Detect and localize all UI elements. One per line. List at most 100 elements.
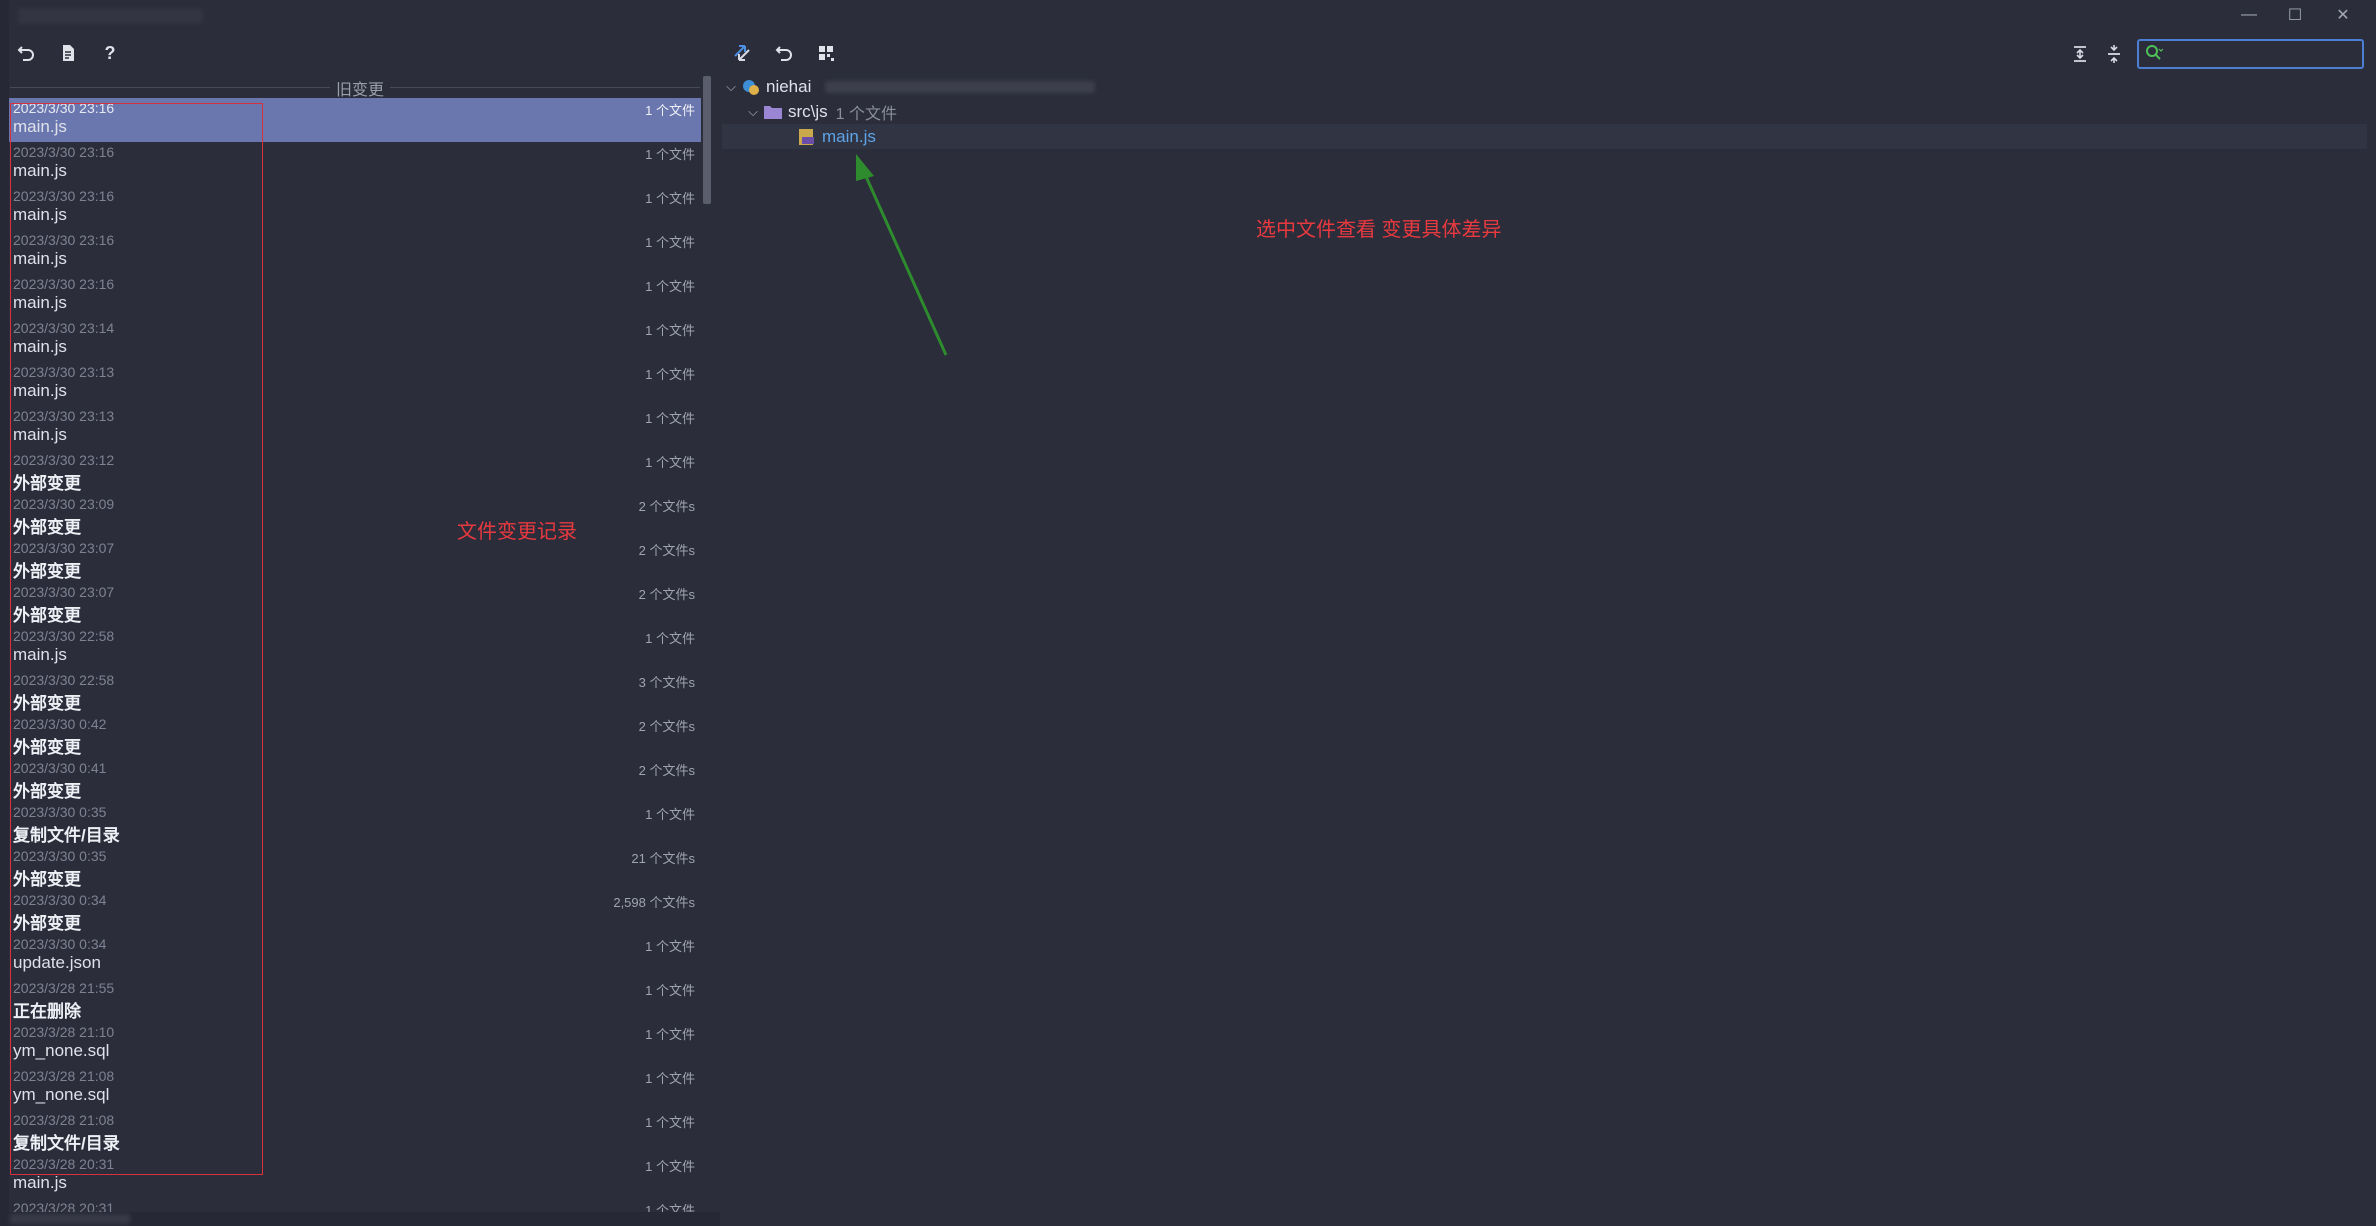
search-input[interactable]: [2169, 44, 2357, 64]
search-box[interactable]: [2137, 39, 2364, 69]
history-row[interactable]: 2023/3/30 23:16 1 个文件 main.js: [9, 98, 701, 142]
history-row-count: 2 个文件s: [638, 719, 695, 734]
history-row[interactable]: 2023/3/28 21:55 1 个文件 正在删除: [9, 978, 701, 1022]
history-row[interactable]: 2023/3/30 23:14 1 个文件 main.js: [9, 318, 701, 362]
maximize-button[interactable]: ☐: [2272, 2, 2318, 28]
history-row-date: 2023/3/30 0:35: [13, 848, 107, 864]
chevron-down-icon[interactable]: ⌵: [722, 79, 740, 95]
history-row-name: main.js: [13, 1173, 67, 1192]
history-row[interactable]: 2023/3/30 22:58 1 个文件 main.js: [9, 626, 701, 670]
revert-icon-svg: [17, 46, 34, 61]
tree-file-row[interactable]: main.js: [722, 124, 2367, 149]
history-row-count: 1 个文件: [645, 411, 695, 426]
history-row[interactable]: 2023/3/30 23:09 2 个文件s 外部变更: [9, 494, 701, 538]
history-row-name: 外部变更: [13, 738, 81, 757]
group-by-svg: [819, 46, 834, 61]
revert-icon[interactable]: [12, 39, 40, 67]
history-row-count: 1 个文件: [645, 279, 695, 294]
history-row-count: 1 个文件: [645, 631, 695, 646]
show-diff-svg: [734, 45, 750, 61]
tree-folder-count: 1 个文件: [835, 105, 898, 123]
history-row-count: 3 个文件s: [638, 675, 695, 690]
root-path-redacted: [825, 80, 1096, 93]
history-row[interactable]: 2023/3/28 21:08 1 个文件 ym_none.sql: [9, 1066, 701, 1110]
history-row-name: 外部变更: [13, 782, 81, 801]
tree-file-name[interactable]: main.js: [822, 127, 876, 147]
history-row-date: 2023/3/28 21:08: [13, 1112, 115, 1128]
project-icon: [740, 78, 762, 96]
history-row[interactable]: 2023/3/30 23:16 1 个文件 main.js: [9, 142, 701, 186]
history-row-name: main.js: [13, 161, 67, 180]
history-row-date: 2023/3/30 23:16: [13, 188, 115, 204]
history-row-date: 2023/3/30 23:12: [13, 452, 115, 468]
history-row[interactable]: 2023/3/30 23:16 1 个文件 main.js: [9, 186, 701, 230]
history-row-name: main.js: [13, 249, 67, 268]
history-row-date: 2023/3/30 23:07: [13, 584, 115, 600]
history-row-name: main.js: [13, 381, 67, 400]
history-row-date: 2023/3/30 23:14: [13, 320, 115, 336]
history-row-count: 1 个文件: [645, 323, 695, 338]
history-row-name: ym_none.sql: [13, 1085, 110, 1104]
history-row[interactable]: 2023/3/30 0:35 1 个文件 复制文件/目录: [9, 802, 701, 846]
history-list[interactable]: 2023/3/30 23:16 1 个文件 main.js 2023/3/30 23:…: [9, 98, 701, 1226]
history-row-count: 1 个文件: [645, 191, 695, 206]
history-row[interactable]: 2023/3/30 0:35 21 个文件s 外部变更: [9, 846, 701, 890]
close-button[interactable]: ✕: [2320, 2, 2366, 28]
history-row-count: 1 个文件: [645, 103, 695, 118]
history-row[interactable]: 2023/3/30 23:12 1 个文件 外部变更: [9, 450, 701, 494]
history-row-date: 2023/3/30 23:09: [13, 496, 115, 512]
history-row-name: 外部变更: [13, 562, 81, 581]
history-row[interactable]: 2023/3/30 0:42 2 个文件s 外部变更: [9, 714, 701, 758]
expand-all-svg: [2074, 46, 2086, 62]
history-row-date: 2023/3/30 23:16: [13, 144, 115, 160]
history-row-count: 1 个文件: [645, 939, 695, 954]
show-diff-icon[interactable]: [728, 39, 756, 67]
history-row-name: 外部变更: [13, 474, 81, 493]
history-scrollbar-thumb[interactable]: [703, 76, 711, 204]
history-row[interactable]: 2023/3/30 22:58 3 个文件s 外部变更: [9, 670, 701, 714]
history-row-name: main.js: [13, 645, 67, 664]
history-row-date: 2023/3/30 23:07: [13, 540, 115, 556]
history-row[interactable]: 2023/3/30 0:34 1 个文件 update.json: [9, 934, 701, 978]
history-row-date: 2023/3/30 0:42: [13, 716, 107, 732]
history-row[interactable]: 2023/3/30 23:07 2 个文件s 外部变更: [9, 582, 701, 626]
tree-root-row[interactable]: ⌵ niehai: [722, 74, 2367, 99]
history-row[interactable]: 2023/3/30 23:13 1 个文件 main.js: [9, 362, 701, 406]
history-row[interactable]: 2023/3/30 23:16 1 个文件 main.js: [9, 230, 701, 274]
history-row[interactable]: 2023/3/30 23:07 2 个文件s 外部变更: [9, 538, 701, 582]
history-row-name: ym_none.sql: [13, 1041, 110, 1060]
changes-toolbar: [728, 38, 840, 68]
history-row-date: 2023/3/28 20:31: [13, 1156, 115, 1172]
history-row-date: 2023/3/30 0:35: [13, 804, 107, 820]
history-row-name: main.js: [13, 293, 67, 312]
create-patch-icon[interactable]: [54, 39, 82, 67]
history-scrollbar-track[interactable]: [702, 76, 712, 1226]
history-row[interactable]: 2023/3/30 0:41 2 个文件s 外部变更: [9, 758, 701, 802]
chevron-down-icon[interactable]: ⌵: [744, 104, 762, 120]
tree-folder-row[interactable]: ⌵ src\js 1 个文件: [722, 99, 2367, 124]
revert-change-icon[interactable]: [770, 39, 798, 67]
history-row-name: main.js: [13, 205, 67, 224]
group-by-icon[interactable]: [812, 39, 840, 67]
expand-all-icon[interactable]: [2066, 40, 2094, 68]
history-row-count: 2,598 个文件s: [613, 895, 695, 910]
history-row-count: 21 个文件s: [631, 851, 695, 866]
project-svg: [743, 79, 759, 95]
collapse-all-icon[interactable]: [2100, 40, 2128, 68]
history-row[interactable]: 2023/3/30 23:13 1 个文件 main.js: [9, 406, 701, 450]
history-row[interactable]: 2023/3/28 21:08 1 个文件 复制文件/目录: [9, 1110, 701, 1154]
history-row-count: 1 个文件: [645, 1027, 695, 1042]
history-row-count: 1 个文件: [645, 983, 695, 998]
history-row[interactable]: 2023/3/30 0:34 2,598 个文件s 外部变更: [9, 890, 701, 934]
help-icon[interactable]: ?: [96, 39, 124, 67]
history-row[interactable]: 2023/3/28 20:31 1 个文件 main.js: [9, 1154, 701, 1198]
minimize-button[interactable]: —: [2226, 2, 2272, 28]
history-row[interactable]: 2023/3/30 23:16 1 个文件 main.js: [9, 274, 701, 318]
history-row-name: main.js: [13, 117, 67, 136]
history-row[interactable]: 2023/3/28 21:10 1 个文件 ym_none.sql: [9, 1022, 701, 1066]
title-bar: — ☐ ✕: [0, 0, 2376, 34]
arrow-shaft: [862, 171, 948, 356]
annotation-select-file: 选中文件查看 变更具体差异: [1256, 219, 1502, 241]
revert-change-svg: [775, 46, 792, 61]
section-header-old-changes: 旧变更: [10, 76, 700, 100]
